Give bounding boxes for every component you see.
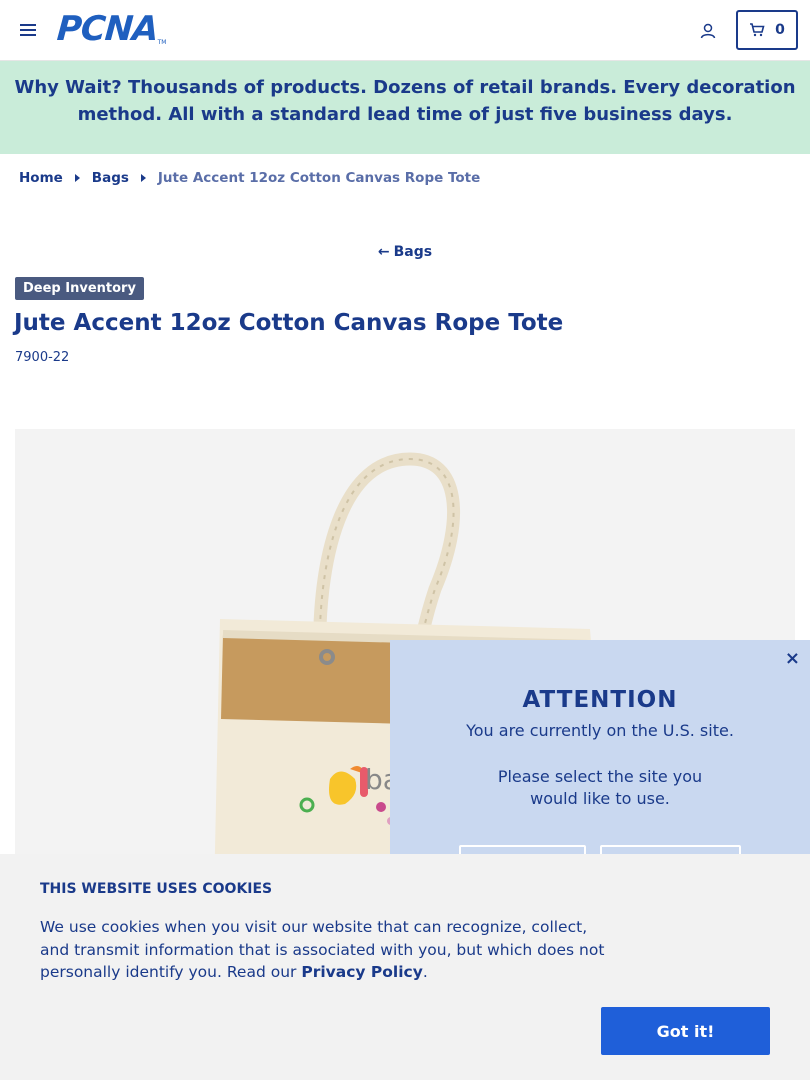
accept-cookies-button[interactable]: Got it! [601,1007,770,1055]
cart-count: 0 [775,22,785,38]
cookie-title: THIS WEBSITE USES COOKIES [40,881,273,897]
breadcrumb-bags[interactable]: Bags [92,170,129,186]
promo-text: Why Wait? Thousands of products. Dozens … [14,77,796,125]
site-header: PCNATM 0 [0,0,810,61]
product-sku: 7900-22 [15,350,70,365]
caret-right-icon [74,174,80,182]
pcna-logo[interactable]: PCNATM [56,9,167,49]
cookie-text: We use cookies when you visit our websit… [40,916,610,984]
breadcrumb-home[interactable]: Home [19,170,63,186]
attention-current-site: You are currently on the U.S. site. [466,721,734,740]
deep-inventory-badge: Deep Inventory [15,277,144,300]
cookie-banner: THIS WEBSITE USES COOKIES We use cookies… [0,854,810,1080]
product-title: Jute Accent 12oz Cotton Canvas Rope Tote [14,310,564,336]
menu-icon[interactable] [20,22,36,38]
user-icon[interactable] [699,22,717,40]
back-link-label: Bags [393,244,433,260]
cart-icon [750,23,765,37]
cookie-period: . [422,963,428,981]
privacy-policy-link[interactable]: Privacy Policy [301,963,423,981]
close-icon[interactable]: × [785,648,800,669]
arrow-left-icon: ← [377,244,390,260]
caret-right-icon [140,174,146,182]
attention-title: ATTENTION [522,687,678,713]
attention-instructions: Please select the site you would like to… [497,767,703,808]
breadcrumb-current: Jute Accent 12oz Cotton Canvas Rope Tote [157,170,481,186]
site-select-modal: × ATTENTION You are currently on the U.S… [390,640,810,875]
cart-button[interactable]: 0 [736,10,798,50]
promo-banner: Why Wait? Thousands of products. Dozens … [0,61,810,154]
breadcrumb: Home Bags Jute Accent 12oz Cotton Canvas… [19,170,480,186]
back-to-bags-link[interactable]: ← Bags [0,244,810,260]
